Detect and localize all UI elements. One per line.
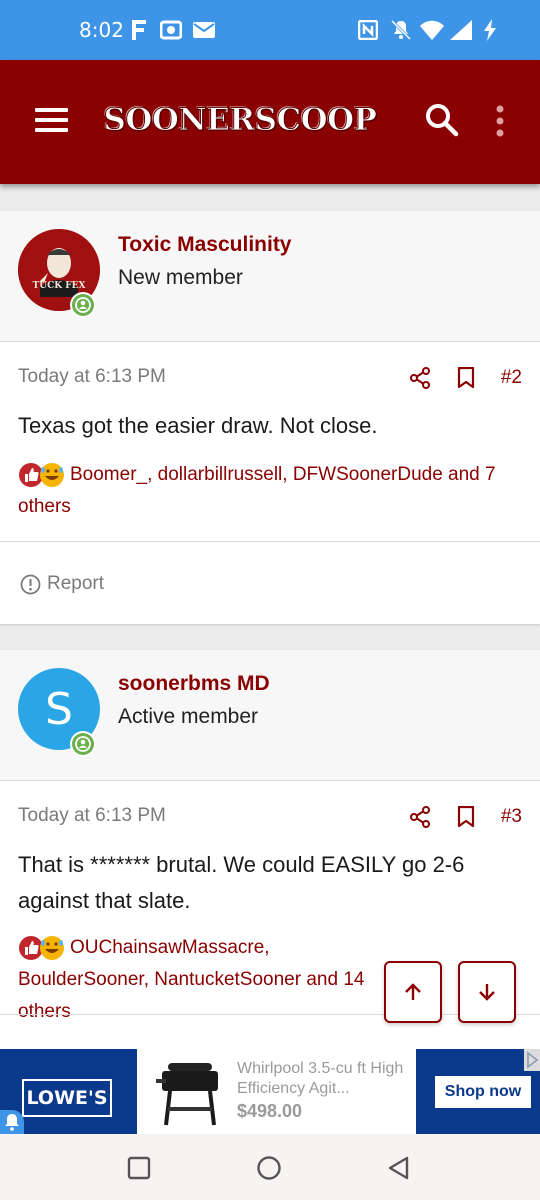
site-logo[interactable]: SOONERSCOOP xyxy=(100,102,380,139)
ad-banner[interactable]: LOWE'S Whirlpool 3.5-cu ft High Efficien… xyxy=(0,1049,540,1134)
post-number[interactable]: #3 xyxy=(501,806,522,828)
online-status-icon xyxy=(70,731,96,757)
post-body: Texas got the easier draw. Not close. xyxy=(18,413,378,438)
share-icon[interactable] xyxy=(409,806,431,828)
app-bar: SOONERSCOOP xyxy=(0,60,540,184)
ad-product-image xyxy=(150,1057,230,1129)
arrow-up-icon xyxy=(403,982,423,1002)
post-actions: #3 xyxy=(409,803,522,831)
nfc-icon xyxy=(358,20,378,40)
status-time: 8:02 xyxy=(79,18,124,42)
scroll-up-button[interactable] xyxy=(384,961,442,1023)
post-user-block: S soonerbms MD Active member xyxy=(0,650,540,781)
report-icon xyxy=(20,574,41,595)
post-timestamp[interactable]: Today at 6:13 PM xyxy=(18,366,166,388)
ad-product-title: Whirlpool 3.5-cu ft High Efficiency Agit… xyxy=(237,1060,404,1097)
arrow-down-icon xyxy=(477,982,497,1002)
signal-icon xyxy=(450,20,472,40)
post-user-title: Active member xyxy=(118,705,259,728)
scroll-down-button[interactable] xyxy=(458,961,516,1023)
home-icon[interactable] xyxy=(256,1155,282,1181)
mail-icon xyxy=(193,20,215,40)
post-timestamp[interactable]: Today at 6:13 PM xyxy=(18,805,166,827)
post-body: That is ******* brutal. We could EASILY … xyxy=(18,852,465,913)
reaction-icons xyxy=(18,461,68,489)
ad-notification-icon[interactable] xyxy=(0,1110,24,1134)
more-vert-icon[interactable] xyxy=(490,104,510,138)
report-label: Report xyxy=(47,573,105,594)
post-actions: #2 xyxy=(409,364,522,392)
facebook-icon xyxy=(130,20,148,40)
search-icon[interactable] xyxy=(424,102,460,138)
report-button[interactable]: Report xyxy=(20,573,104,595)
reactions-text: OUChainsawMassacre, BoulderSooner, Nantu… xyxy=(18,937,365,1022)
charging-icon xyxy=(482,19,498,41)
avatar-letter: S xyxy=(45,683,73,735)
divider xyxy=(0,541,540,542)
post-username[interactable]: soonerbms MD xyxy=(118,672,270,696)
recents-icon[interactable] xyxy=(127,1156,151,1180)
ad-info-icon[interactable] xyxy=(524,1049,540,1071)
post-user-title: New member xyxy=(118,266,243,289)
camera-icon xyxy=(160,20,182,40)
wifi-icon xyxy=(420,20,444,40)
reactions-summary[interactable]: Boomer_, dollarbillrussell, DFWSoonerDud… xyxy=(18,459,518,523)
menu-icon[interactable] xyxy=(35,108,68,132)
system-nav-bar xyxy=(0,1134,540,1200)
ad-price: $498.00 xyxy=(237,1101,303,1121)
post-username[interactable]: Toxic Masculinity xyxy=(118,233,292,257)
bookmark-icon[interactable] xyxy=(457,806,475,828)
post-card: TUCK FEX Toxic Masculinity New member To… xyxy=(0,211,540,624)
mute-icon xyxy=(390,19,412,41)
shop-now-button[interactable]: Shop now xyxy=(435,1076,531,1108)
reactions-text: Boomer_, dollarbillrussell, DFWSoonerDud… xyxy=(18,464,496,517)
lowes-logo: LOWE'S xyxy=(22,1079,112,1117)
avatar-caption: TUCK FEX xyxy=(32,281,86,291)
bookmark-icon[interactable] xyxy=(457,367,475,389)
post-user-block: TUCK FEX Toxic Masculinity New member xyxy=(0,211,540,342)
back-icon[interactable] xyxy=(386,1155,412,1181)
status-bar: 8:02 xyxy=(0,0,540,60)
online-status-icon xyxy=(70,292,96,318)
reaction-icons xyxy=(18,934,68,962)
share-icon[interactable] xyxy=(409,367,431,389)
post-number[interactable]: #2 xyxy=(501,367,522,389)
